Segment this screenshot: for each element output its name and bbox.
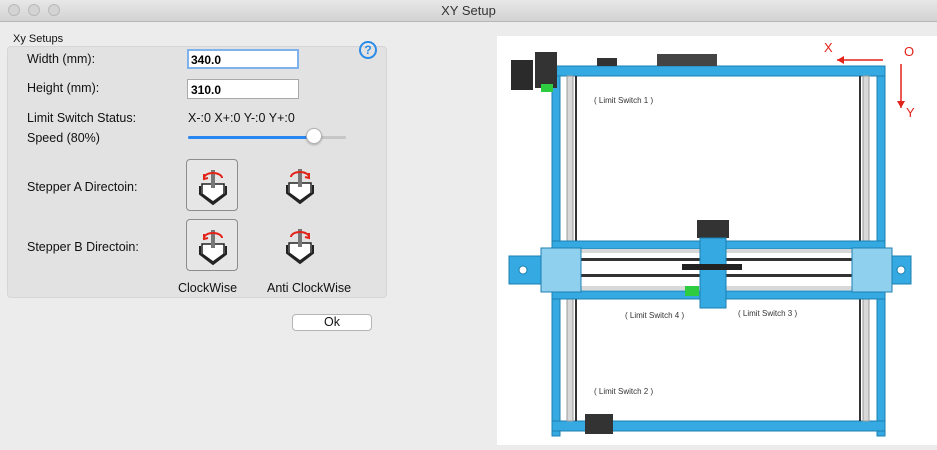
- motor-clockwise-icon: [199, 170, 227, 206]
- anticlockwise-label: Anti ClockWise: [267, 281, 352, 295]
- speed-slider[interactable]: [188, 136, 346, 139]
- group-label: Xy Setups: [13, 33, 64, 45]
- motor-anticlockwise-icon: [286, 229, 314, 265]
- xy-plotter-diagram: X O Y ( Limit Switch 1 ) ( Limit Switch …: [508, 40, 915, 437]
- limit-switch-2-label: ( Limit Switch 2 ): [594, 387, 653, 396]
- help-icon[interactable]: ?: [359, 41, 377, 59]
- motor-clockwise-icon: [199, 230, 227, 266]
- height-label: Height (mm):: [27, 81, 100, 95]
- limit-switch-status: X-:0 X+:0 Y-:0 Y+:0: [188, 111, 295, 125]
- stepper-b-label: Stepper B Directoin:: [27, 240, 139, 254]
- stepper-b-anticlockwise-button[interactable]: [274, 219, 326, 271]
- ok-button[interactable]: Ok: [292, 314, 372, 331]
- stepper-a-clockwise-button[interactable]: [186, 159, 238, 211]
- stepper-b-clockwise-button[interactable]: [186, 219, 238, 271]
- clockwise-label: ClockWise: [178, 281, 238, 295]
- title-bar: XY Setup: [0, 0, 937, 22]
- stepper-a-label: Stepper A Directoin:: [27, 180, 138, 194]
- limit-switch-1-label: ( Limit Switch 1 ): [594, 96, 653, 105]
- limit-switch-3-label: ( Limit Switch 3 ): [738, 309, 797, 318]
- axis-x-label: X: [824, 40, 833, 55]
- stepper-a-anticlockwise-button[interactable]: [274, 159, 326, 211]
- window-title: XY Setup: [441, 3, 496, 18]
- limit-switch-label: Limit Switch Status:: [27, 111, 137, 125]
- axis-origin-label: O: [904, 44, 914, 59]
- limit-switch-4-label: ( Limit Switch 4 ): [625, 311, 684, 320]
- machine-diagram: X O Y ( Limit Switch 1 ) ( Limit Switch …: [497, 36, 937, 445]
- height-field[interactable]: [187, 79, 299, 99]
- width-field[interactable]: [187, 49, 299, 69]
- axis-y-label: Y: [906, 105, 915, 120]
- motor-anticlockwise-icon: [286, 169, 314, 205]
- speed-slider-fill: [188, 136, 315, 139]
- speed-label: Speed (80%): [27, 131, 100, 145]
- width-label: Width (mm):: [27, 52, 96, 66]
